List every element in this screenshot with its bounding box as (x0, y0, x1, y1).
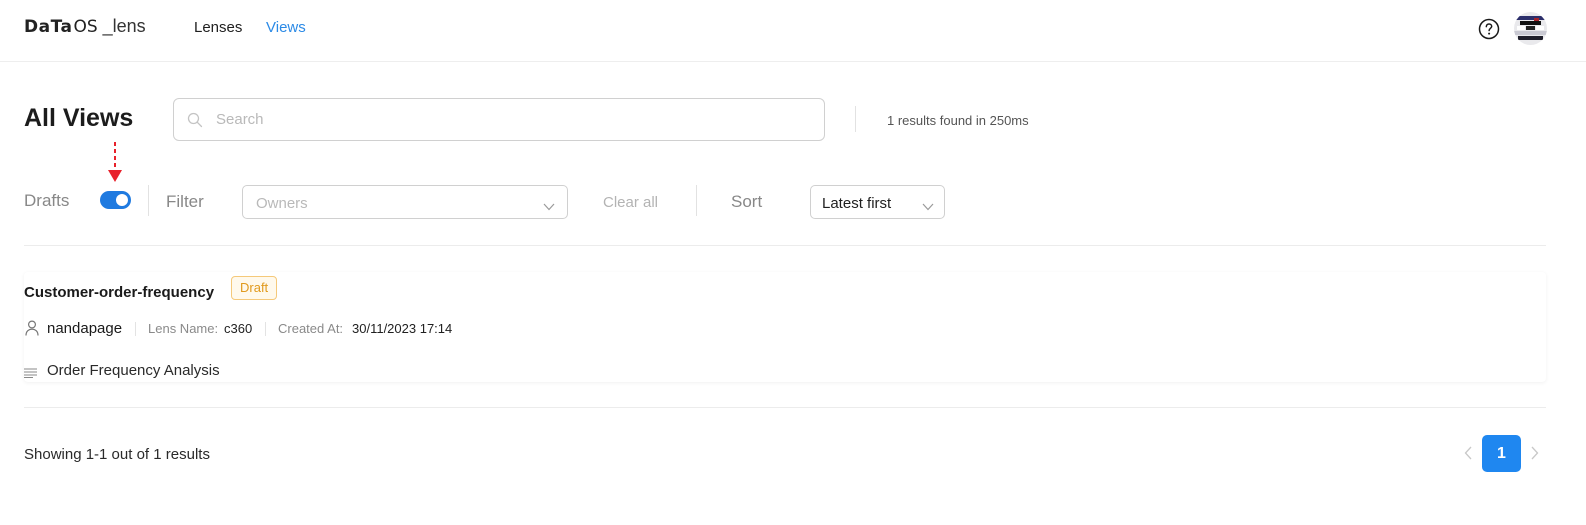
toggle-knob (116, 194, 128, 206)
sort-selected-value: Latest first (822, 195, 892, 212)
top-navigation-bar: DaTa OS _lens Lenses Views (0, 0, 1586, 62)
drafts-label: Drafts (24, 191, 70, 210)
search-icon (187, 112, 203, 128)
pagination-summary: Showing 1-1 out of 1 results (24, 446, 210, 463)
section-divider (24, 245, 1546, 246)
owners-placeholder: Owners (256, 195, 308, 212)
view-title[interactable]: Customer-order-frequency (24, 284, 214, 301)
sort-label: Sort (731, 192, 763, 211)
nav-link-lenses[interactable]: Lenses (194, 19, 242, 36)
sort-divider (696, 185, 697, 216)
created-at-value: 30/11/2023 17:14 (352, 321, 453, 336)
view-description: Order Frequency Analysis (47, 362, 220, 379)
filter-label: Filter (166, 192, 204, 211)
page-button-current[interactable]: 1 (1482, 435, 1521, 472)
meta-separator (265, 322, 266, 336)
annotation-arrow-down-icon (106, 142, 124, 184)
nav-link-views[interactable]: Views (266, 19, 306, 36)
logo-os-text: OS (73, 17, 98, 37)
draft-badge: Draft (231, 276, 278, 300)
owners-select[interactable]: Owners (242, 185, 568, 219)
user-avatar[interactable] (1514, 12, 1547, 45)
chevron-down-icon (543, 198, 555, 211)
lens-name-value: c360 (224, 321, 253, 336)
search-box[interactable] (173, 98, 825, 141)
chevron-right-icon[interactable] (1528, 446, 1540, 460)
description-lines-icon (24, 365, 38, 378)
clear-all-button[interactable]: Clear all (603, 194, 658, 211)
view-meta-row: nandapage Lens Name: c360 Created At: 30… (24, 320, 724, 338)
filter-divider (148, 185, 149, 216)
header-divider (855, 106, 856, 132)
sort-select[interactable]: Latest first (810, 185, 945, 219)
meta-separator (135, 322, 136, 336)
logo-product-text: _lens (102, 16, 146, 36)
dataos-lens-logo[interactable]: DaTa OS _lens (24, 16, 146, 42)
search-input[interactable] (216, 99, 816, 140)
chevron-left-icon[interactable] (1463, 446, 1475, 460)
user-icon (25, 320, 39, 336)
view-card[interactable]: Customer-order-frequency Draft nandapage… (24, 272, 1546, 382)
created-at-key: Created At: (278, 321, 344, 336)
question-circle-icon[interactable] (1478, 18, 1500, 40)
chevron-down-icon (922, 198, 934, 211)
footer-divider (24, 407, 1546, 408)
logo-brand-text: DaTa (24, 17, 73, 37)
owner-name: nandapage (47, 320, 123, 337)
drafts-toggle[interactable] (100, 191, 131, 209)
results-count-text: 1 results found in 250ms (887, 113, 1029, 128)
lens-name-key: Lens Name: (148, 321, 219, 336)
page-title: All Views (24, 104, 134, 132)
